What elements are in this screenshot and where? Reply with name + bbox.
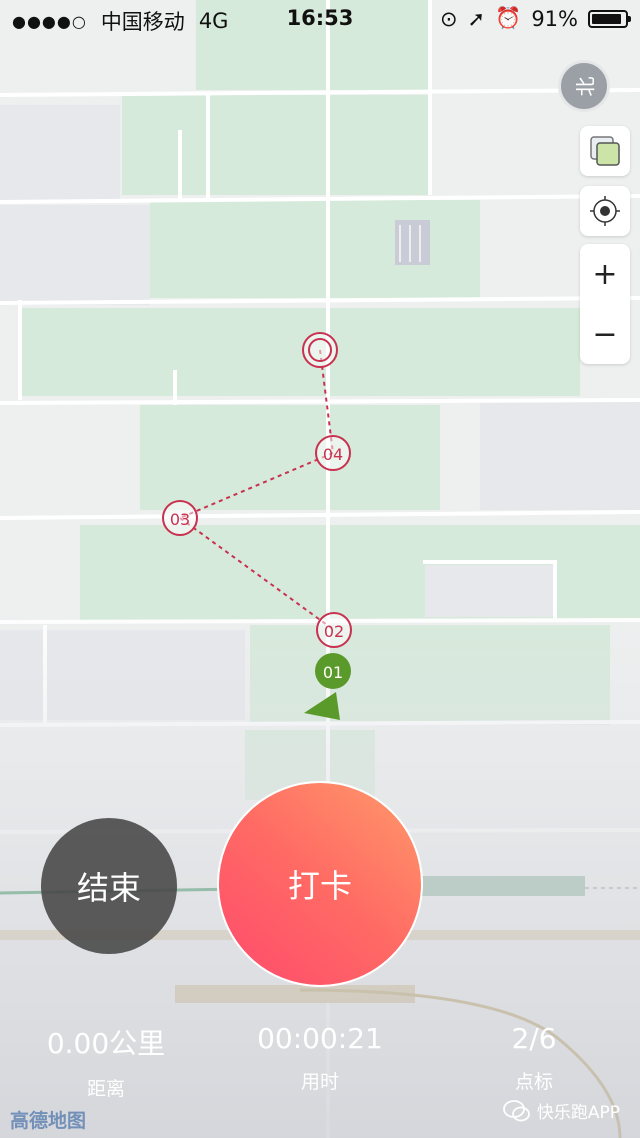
distance-value: 0.00公里 <box>46 1027 166 1060</box>
duration-label: 用时 <box>300 1071 339 1093</box>
battery-icon <box>588 9 631 28</box>
map-parking-icon <box>395 220 430 265</box>
distance-label: 距离 <box>86 1078 125 1100</box>
amap-logo: 高德地图 <box>10 1110 87 1132</box>
target-location-icon <box>590 196 620 226</box>
checkpoints-value: 2/6 <box>511 1022 557 1055</box>
watermark-text: 快乐跑APP <box>536 1103 620 1123</box>
layers-icon <box>590 136 620 166</box>
checkpoints-label: 点标 <box>514 1071 553 1093</box>
zoom-controls: + − <box>580 244 630 364</box>
checkin-button[interactable]: 打卡 <box>217 781 423 987</box>
zoom-out-button[interactable]: − <box>580 304 630 364</box>
stat-checkpoints: 2/6 点标 <box>434 1022 634 1094</box>
stat-distance: 0.00公里 距离 <box>6 1022 206 1101</box>
duration-value: 00:00:21 <box>257 1022 383 1055</box>
compass-button[interactable]: 北 <box>558 60 610 112</box>
alarm-icon: ⏰ <box>495 6 522 30</box>
map-layers-button[interactable] <box>580 126 630 176</box>
run-stats: 0.00公里 距离 00:00:21 用时 2/6 点标 <box>0 1022 640 1102</box>
rotation-lock-icon: ⊙ <box>439 6 458 31</box>
locate-me-button[interactable] <box>580 186 630 236</box>
zoom-in-button[interactable]: + <box>580 244 630 304</box>
wechat-icon <box>502 1099 530 1121</box>
status-bar: ●●●●○ 中国移动 4G 16:53 ⊙ ➚ ⏰ 91% <box>0 0 640 38</box>
battery-percent: 91% <box>531 6 578 31</box>
watermark: 快乐跑APP <box>502 1098 620 1123</box>
stat-duration: 00:00:21 用时 <box>220 1022 420 1094</box>
location-arrow-icon: ➚ <box>467 6 486 31</box>
end-button[interactable]: 结束 <box>41 818 177 954</box>
compass-label: 北 <box>573 76 598 96</box>
